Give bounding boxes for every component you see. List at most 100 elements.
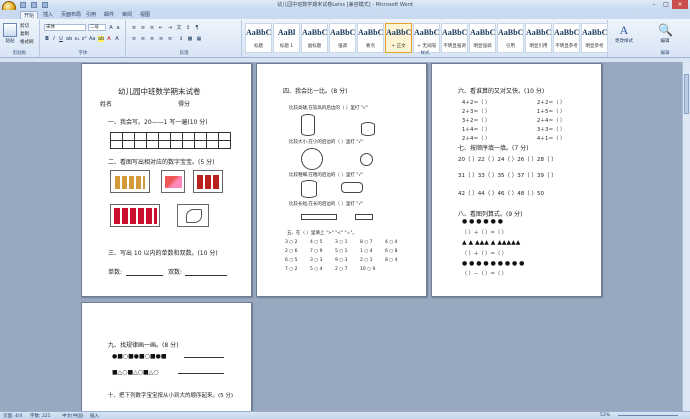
style-11[interactable]: AaBbCcD 不明显参考	[553, 23, 580, 53]
tab-view[interactable]: 视图	[137, 11, 153, 19]
save-icon[interactable]	[20, 2, 26, 8]
equation-1[interactable]: （ ）＋（ ）＝（ ）	[462, 229, 507, 236]
align-right-icon[interactable]: ≡	[149, 36, 155, 42]
insert-mode[interactable]: 插入	[90, 413, 99, 419]
language[interactable]: 中文(中国)	[62, 413, 84, 419]
style-2[interactable]: AaBbC 副标题	[301, 23, 328, 53]
increase-indent-icon[interactable]: ⇥	[167, 25, 173, 31]
compare-item[interactable]: 3 ○ 1	[335, 240, 348, 245]
style-5[interactable]: AaBbCcD + 正文	[385, 23, 412, 53]
sequence-row-1[interactable]: 20（ ）22（ ）24（ ）26（ ）28（ ）	[458, 155, 557, 163]
addition-item[interactable]: 3＋2＝（ ）	[462, 117, 490, 124]
tab-page-layout[interactable]: 页面布局	[58, 11, 84, 19]
compare-item[interactable]: 4 ○ 5	[310, 240, 323, 245]
compare-item[interactable]: 6 ○ 8	[385, 249, 398, 254]
scrollbar-thumb[interactable]	[684, 74, 689, 114]
bold-icon[interactable]: B	[44, 36, 50, 42]
undo-icon[interactable]	[31, 2, 37, 8]
show-marks-icon[interactable]: ¶	[194, 25, 200, 31]
superscript-icon[interactable]: x²	[81, 36, 87, 42]
close-button[interactable]: ×	[672, 0, 688, 9]
compare-item[interactable]: 10 ○ 9	[360, 267, 375, 272]
sequence-row-3[interactable]: 42（ ）44（ ）46（ ）48（ ）50	[458, 189, 544, 197]
pattern-answer-line-2[interactable]	[178, 373, 224, 374]
chinese-layout-icon[interactable]: 文	[176, 25, 182, 31]
style-0[interactable]: AaBbC 标题	[245, 23, 272, 53]
change-styles-button[interactable]: A 更改样式	[612, 22, 636, 54]
subscript-icon[interactable]: x₂	[74, 36, 80, 42]
borders-icon[interactable]: ▦	[196, 36, 202, 42]
addition-item[interactable]: 2＋4＝（ ）	[537, 117, 565, 124]
font-size-select[interactable]: 二号	[88, 24, 106, 31]
copy-button[interactable]: 复制	[20, 31, 29, 37]
style-7[interactable]: AaBbCcDc 不明显强调	[441, 23, 468, 53]
numbering-icon[interactable]: ≡	[140, 25, 146, 31]
compare-item[interactable]: 2 ○ 7	[335, 267, 348, 272]
style-6[interactable]: AaBbCcDc + 无间隔	[413, 23, 440, 53]
cut-button[interactable]: 剪切	[20, 23, 29, 29]
zoom-level[interactable]: 53%	[600, 413, 610, 418]
maximize-button[interactable]: □	[660, 0, 672, 9]
compare-item[interactable]: 3 ○ 2	[285, 240, 298, 245]
sort-icon[interactable]: ↕	[185, 25, 191, 31]
page-count[interactable]: 页面: 4/4	[3, 413, 22, 419]
char-shading-icon[interactable]: A	[114, 36, 120, 42]
style-1[interactable]: AaBl 标题 1	[273, 23, 300, 53]
format-painter-button[interactable]: 格式刷	[20, 39, 34, 45]
style-9[interactable]: AaBbCcDc 引用	[497, 23, 524, 53]
multilevel-list-icon[interactable]: ≡	[149, 25, 155, 31]
distributed-icon[interactable]: ≡	[167, 36, 173, 42]
odd-answer-line[interactable]	[126, 275, 163, 276]
change-case-icon[interactable]: Aa	[89, 36, 95, 42]
style-4[interactable]: AaBbCcD 要点	[357, 23, 384, 53]
align-center-icon[interactable]: ≡	[140, 36, 146, 42]
grow-font-icon[interactable]: A	[108, 25, 114, 31]
font-name-select[interactable]: 宋体	[44, 24, 86, 31]
line-spacing-icon[interactable]: ↕	[178, 36, 184, 42]
bullets-icon[interactable]: ≡	[131, 25, 137, 31]
addition-item[interactable]: 4＋2＝（ ）	[462, 99, 490, 106]
equation-3[interactable]: （ ）－（ ）＝（ ）	[462, 270, 507, 277]
minimize-button[interactable]: –	[648, 0, 660, 9]
style-10[interactable]: AaBbCcDc 明显引用	[525, 23, 552, 53]
compare-item[interactable]: 5 ○ 1	[335, 249, 348, 254]
addition-item[interactable]: 3＋3＝（ ）	[537, 126, 565, 133]
addition-item[interactable]: 2＋4＝（ ）	[462, 135, 490, 142]
pattern-answer-line-1[interactable]	[184, 357, 224, 358]
tab-review[interactable]: 审阅	[119, 11, 135, 19]
tab-home[interactable]: 开始	[20, 11, 39, 19]
compare-item[interactable]: 2 ○ 6	[285, 249, 298, 254]
shrink-font-icon[interactable]: a	[115, 25, 121, 31]
equation-2[interactable]: （ ）＋（ ）＝（ ）	[462, 250, 507, 257]
sequence-row-2[interactable]: 31（ ）33（ ）35（ ）37（ ）39（ ）	[458, 171, 557, 179]
compare-item[interactable]: 2 ○ 1	[360, 258, 373, 263]
addition-item[interactable]: 1＋5＝（ ）	[537, 108, 565, 115]
italic-icon[interactable]: I	[51, 36, 57, 42]
addition-item[interactable]: 4＋1＝（ ）	[537, 135, 565, 142]
writing-grid[interactable]	[109, 131, 231, 149]
tab-references[interactable]: 引用	[83, 11, 99, 19]
align-left-icon[interactable]: ≡	[131, 36, 137, 42]
compare-item[interactable]: 8 ○ 4	[385, 258, 398, 263]
underline-icon[interactable]: U	[58, 36, 64, 42]
highlight-icon[interactable]: ab	[98, 36, 104, 42]
tab-insert[interactable]: 插入	[40, 11, 56, 19]
compare-item[interactable]: 5 ○ 4	[310, 267, 323, 272]
redo-icon[interactable]	[42, 2, 48, 8]
tab-mailings[interactable]: 邮件	[101, 11, 117, 19]
strikethrough-icon[interactable]: ab	[66, 36, 72, 42]
justify-icon[interactable]: ≡	[158, 36, 164, 42]
compare-item[interactable]: 9 ○ 3	[335, 258, 348, 263]
addition-item[interactable]: 2＋2＝（ ）	[537, 99, 565, 106]
compare-item[interactable]: 6 ○ 5	[285, 258, 298, 263]
addition-item[interactable]: 2＋3＝（ ）	[462, 108, 490, 115]
word-count[interactable]: 字数: 221	[30, 413, 51, 419]
style-12[interactable]: AaBbCcI 明显参考	[581, 23, 608, 53]
compare-item[interactable]: 7 ○ 9	[310, 249, 323, 254]
style-8[interactable]: AaBbCcDc 明显强调	[469, 23, 496, 53]
compare-item[interactable]: 3 ○ 3	[310, 258, 323, 263]
compare-item[interactable]: 4 ○ 4	[385, 240, 398, 245]
addition-item[interactable]: 1＋4＝（ ）	[462, 126, 490, 133]
compare-item[interactable]: 1 ○ 4	[360, 249, 373, 254]
font-color-icon[interactable]: A	[106, 36, 112, 42]
